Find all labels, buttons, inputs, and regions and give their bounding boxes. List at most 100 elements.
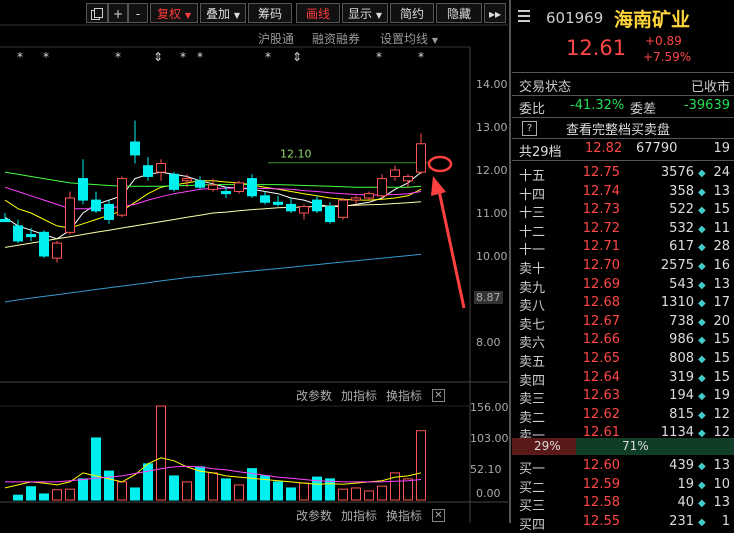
candle-body — [0, 218, 10, 223]
weibi-label: 委比 — [519, 102, 546, 117]
event-marker: * — [376, 50, 382, 64]
volume-bar — [39, 493, 49, 501]
candle-body — [377, 178, 387, 197]
status-label: 交易状态 — [519, 80, 572, 95]
candle-body — [195, 180, 205, 188]
ratio-sell: 29% — [534, 439, 561, 453]
status-value: 已收市 — [690, 80, 730, 95]
ask-price: 12.64 — [582, 369, 620, 385]
ask-order-count: 12 — [713, 406, 730, 422]
event-marker: ⇕ — [292, 50, 302, 64]
ask-order-count: 15 — [713, 332, 730, 348]
candle-body — [312, 199, 322, 212]
volume-bar — [156, 405, 166, 501]
divider — [512, 160, 734, 161]
diamond-icon: ◆ — [698, 498, 706, 510]
volume-bar — [299, 482, 309, 501]
diamond-icon: ◆ — [698, 516, 706, 528]
diamond-icon: ◆ — [698, 298, 706, 310]
diamond-icon: ◆ — [698, 409, 706, 421]
candle-body — [325, 206, 335, 223]
ask-volume: 319 — [669, 369, 694, 385]
callout-arrow-shaft — [436, 185, 466, 309]
divider — [512, 117, 734, 118]
stock-name: 海南矿业 — [614, 9, 691, 31]
diamond-icon: ◆ — [698, 461, 706, 472]
ask-order-count: 11 — [713, 220, 730, 236]
bid-volume: 19 — [677, 476, 694, 492]
diamond-icon: ◆ — [698, 372, 706, 384]
callout-arrow-head — [431, 176, 446, 196]
ask-price: 12.63 — [582, 388, 620, 404]
candle-body — [221, 191, 231, 195]
volume-bar — [104, 470, 114, 501]
diamond-icon: ◆ — [698, 168, 706, 179]
help-icon[interactable]: ? — [522, 121, 537, 136]
ask-volume: 194 — [669, 388, 694, 404]
divider — [512, 138, 734, 139]
candle-body — [208, 184, 218, 190]
bid-row[interactable]: 买四 12.55 231 ◆ 1 — [512, 512, 734, 533]
weicha-value: -39639 — [683, 98, 730, 113]
event-marker: * — [418, 50, 424, 64]
diamond-icon: ◆ — [698, 242, 706, 254]
volume-bar — [273, 481, 283, 501]
volume-bar — [221, 478, 231, 501]
ask-volume: 738 — [669, 313, 694, 329]
diamond-icon: ◆ — [698, 335, 706, 347]
event-marker: * — [197, 50, 203, 64]
diamond-icon: ◆ — [698, 223, 706, 235]
ask-volume: 543 — [669, 276, 694, 292]
volume-bar — [65, 488, 75, 501]
divider — [512, 72, 734, 73]
volume-bar — [182, 481, 192, 501]
stock-code: 601969 — [546, 9, 604, 27]
diamond-icon: ◆ — [698, 261, 706, 272]
ask-order-count: 15 — [713, 202, 730, 218]
volume-bar — [130, 487, 140, 501]
candle-body — [130, 141, 140, 156]
event-marker: * — [180, 50, 186, 64]
bid-order-count: 1 — [721, 513, 730, 529]
bid-order-count: 10 — [713, 476, 730, 492]
event-marker: * — [265, 50, 271, 64]
volume-bar — [78, 478, 88, 501]
volume-bar — [338, 488, 348, 501]
candle-body — [403, 175, 413, 182]
volume-bar — [377, 485, 387, 501]
ask-volume: 358 — [669, 183, 694, 199]
volume-bar — [234, 484, 244, 501]
volume-bar — [91, 437, 101, 501]
bid-price: 12.59 — [582, 476, 620, 492]
diamond-icon: ◆ — [698, 186, 706, 198]
candlestick-chart[interactable]: * * * ⇕ * * * ⇕ * * 12.10 — [0, 0, 508, 523]
bid-level-label: 买四 — [519, 517, 546, 533]
total-price: 12.82 — [585, 141, 623, 156]
event-marker: * — [115, 50, 121, 64]
menu-icon[interactable] — [518, 10, 530, 22]
full-book-link[interactable]: 查看完整档买卖盘 — [566, 119, 670, 138]
annotation-label: 12.10 — [280, 148, 312, 161]
ask-price: 12.67 — [582, 313, 620, 329]
volume-bar — [325, 478, 335, 501]
candle-body — [26, 234, 36, 238]
ask-order-count: 19 — [713, 388, 730, 404]
volume-bar — [416, 430, 426, 501]
bid-volume: 231 — [669, 513, 694, 529]
diamond-icon: ◆ — [698, 279, 706, 291]
ask-volume: 2575 — [660, 258, 694, 273]
diamond-icon: ◆ — [698, 205, 706, 217]
ask-order-count: 13 — [713, 183, 730, 199]
volume-bar — [143, 463, 153, 501]
ask-volume: 1310 — [660, 295, 694, 311]
volume-bar — [13, 494, 23, 501]
candle-body — [416, 143, 426, 173]
event-marker: * — [17, 50, 23, 64]
candle-body — [169, 173, 179, 190]
candle-body — [234, 182, 244, 192]
candle-body — [260, 195, 270, 203]
ask-price: 12.62 — [582, 406, 620, 422]
ask-volume: 815 — [669, 406, 694, 422]
candle-body — [273, 201, 283, 205]
ask-volume: 532 — [669, 220, 694, 236]
